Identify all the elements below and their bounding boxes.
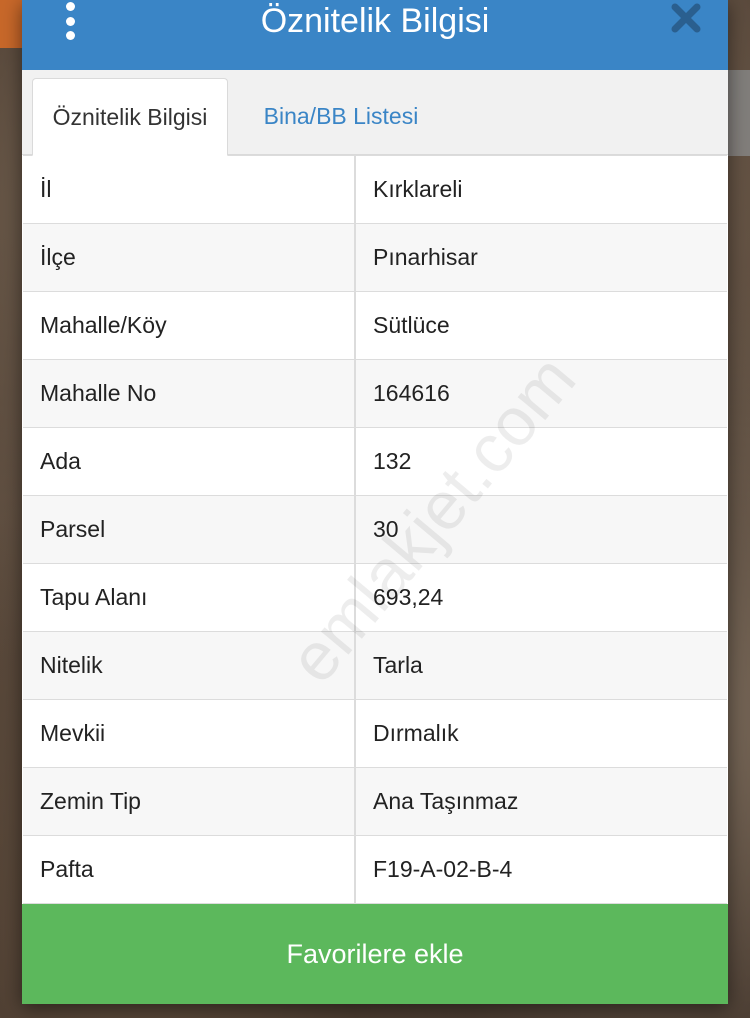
table-row: Mahalle/Köy Sütlüce xyxy=(23,291,727,360)
add-to-favorites-button[interactable]: Favorilere ekle xyxy=(22,904,728,1004)
attribute-value: Dırmalık xyxy=(355,699,727,768)
table-row: Pafta F19-A-02-B-4 xyxy=(23,835,727,904)
attribute-dialog: Öznitelik Bilgisi Öznitelik Bilgisi Bina… xyxy=(22,0,728,1004)
table-row: İl Kırklareli xyxy=(23,155,727,224)
table-row: Tapu Alanı 693,24 xyxy=(23,563,727,632)
attribute-key: Ada xyxy=(23,427,356,496)
attribute-value: F19-A-02-B-4 xyxy=(355,835,727,904)
attribute-key: Parsel xyxy=(23,495,356,564)
attribute-value: Tarla xyxy=(355,631,727,700)
attribute-value: 693,24 xyxy=(355,563,727,632)
dialog-title: Öznitelik Bilgisi xyxy=(260,1,490,40)
attribute-table: İl Kırklareli İlçe Pınarhisar Mahalle/Köy Süt… xyxy=(23,155,727,904)
tabs-bar: Öznitelik Bilgisi Bina/BB Listesi xyxy=(22,70,728,156)
attribute-value: Pınarhisar xyxy=(355,223,727,292)
tab-building-list[interactable]: Bina/BB Listesi xyxy=(236,78,446,155)
attribute-value: 30 xyxy=(355,495,727,564)
attribute-key: İlçe xyxy=(23,223,356,292)
attribute-key: Mahalle/Köy xyxy=(23,291,356,360)
attribute-key: Mahalle No xyxy=(23,359,356,428)
attribute-value: Sütlüce xyxy=(355,291,727,360)
map-edge-strip xyxy=(0,0,22,48)
attribute-value: 164616 xyxy=(355,359,727,428)
close-icon[interactable] xyxy=(670,2,702,34)
tab-attribute-info[interactable]: Öznitelik Bilgisi xyxy=(32,78,228,156)
table-row: İlçe Pınarhisar xyxy=(23,223,727,292)
attribute-key: Tapu Alanı xyxy=(23,563,356,632)
attribute-key: İl xyxy=(23,155,356,224)
vertical-dots-icon[interactable] xyxy=(58,2,82,40)
attribute-value: 132 xyxy=(355,427,727,496)
attribute-value: Ana Taşınmaz xyxy=(355,767,727,836)
table-row: Ada 132 xyxy=(23,427,727,496)
table-row: Nitelik Tarla xyxy=(23,631,727,700)
map-scrollbar[interactable] xyxy=(728,70,750,156)
attribute-value: Kırklareli xyxy=(355,155,727,224)
table-row: Mevkii Dırmalık xyxy=(23,699,727,768)
table-row: Zemin Tip Ana Taşınmaz xyxy=(23,767,727,836)
attribute-key: Pafta xyxy=(23,835,356,904)
attribute-key: Zemin Tip xyxy=(23,767,356,836)
attribute-key: Mevkii xyxy=(23,699,356,768)
table-row: Mahalle No 164616 xyxy=(23,359,727,428)
attribute-key: Nitelik xyxy=(23,631,356,700)
dialog-header: Öznitelik Bilgisi xyxy=(22,0,728,70)
table-row: Parsel 30 xyxy=(23,495,727,564)
